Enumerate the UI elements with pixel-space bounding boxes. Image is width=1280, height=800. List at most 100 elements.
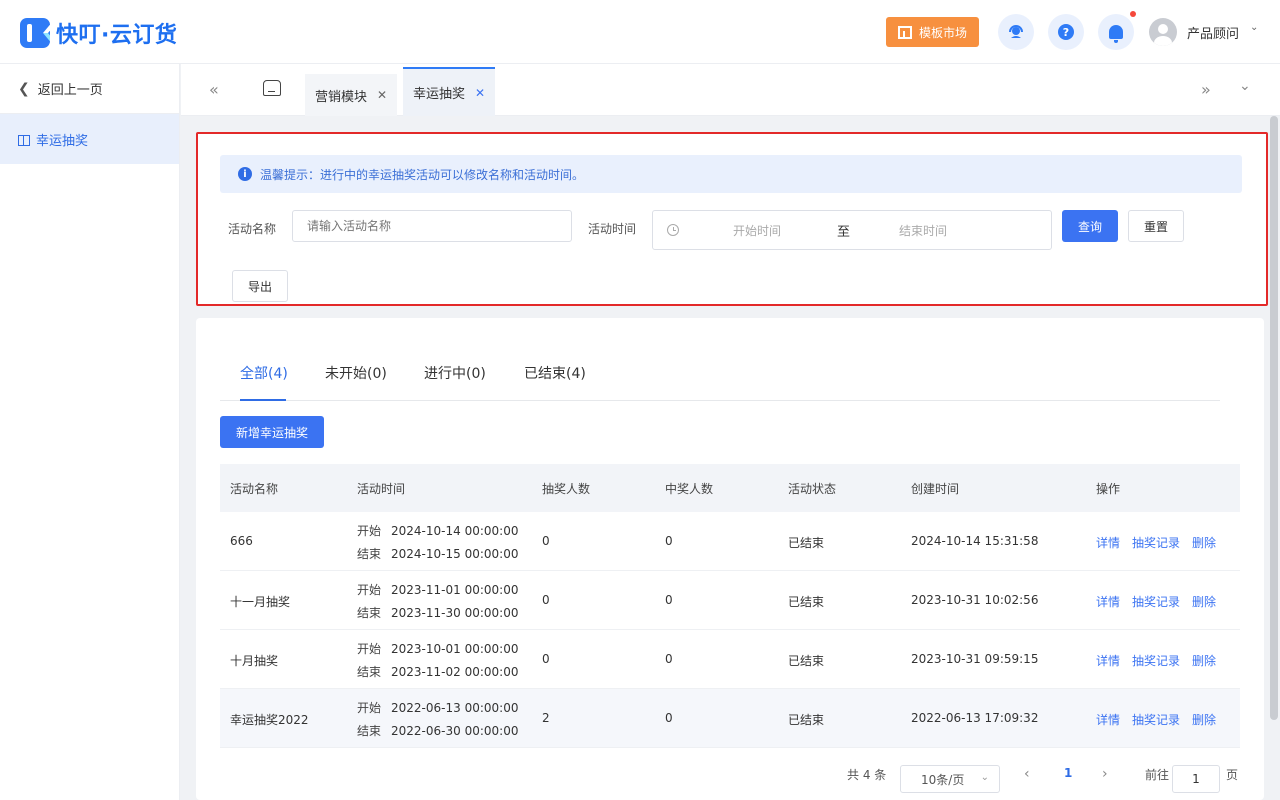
reset-button[interactable]: 重置 bbox=[1128, 210, 1184, 242]
activity-status: 已结束 bbox=[788, 536, 825, 550]
draw-records-link[interactable]: 抽奖记录 bbox=[1132, 595, 1180, 609]
row-actions: 详情 抽奖记录 删除 bbox=[1096, 534, 1228, 551]
tab-not-started[interactable]: 未开始(0) bbox=[325, 363, 387, 383]
end-value: 2023-11-30 00:00:00 bbox=[391, 606, 519, 620]
activity-list-panel: 全部(4) 未开始(0) 进行中(0) 已结束(4) 新增幸运抽奖 活动名称 活… bbox=[196, 318, 1264, 800]
logo-icon bbox=[20, 18, 50, 48]
query-button[interactable]: 查询 bbox=[1062, 210, 1118, 242]
activity-name: 十月抽奖 bbox=[230, 654, 279, 668]
double-chevron-left-icon[interactable]: « bbox=[209, 80, 219, 99]
date-range-picker[interactable]: 开始时间 至 结束时间 bbox=[652, 210, 1052, 250]
chevron-down-icon[interactable]: ⌄ bbox=[1239, 78, 1251, 94]
draw-records-link[interactable]: 抽奖记录 bbox=[1132, 536, 1180, 550]
prev-page-icon[interactable]: ‹ bbox=[1024, 766, 1030, 782]
sidebar-item-lucky-draw[interactable]: 幸运抽奖 bbox=[0, 114, 179, 164]
tab-all[interactable]: 全部(4) bbox=[240, 363, 288, 383]
winner-count: 0 bbox=[665, 534, 673, 548]
chevron-down-icon: ⌄ bbox=[980, 772, 989, 783]
user-name[interactable]: 产品顾问 bbox=[1187, 23, 1239, 42]
current-page[interactable]: 1 bbox=[1064, 766, 1072, 780]
winner-count: 0 bbox=[665, 711, 673, 725]
activity-status: 已结束 bbox=[788, 595, 825, 609]
activity-end: 结束 2023-11-02 00:00:00 bbox=[357, 663, 518, 680]
start-key: 开始 bbox=[357, 642, 382, 656]
tab-marketing[interactable]: 营销模块 ✕ bbox=[305, 74, 398, 116]
close-icon[interactable]: ✕ bbox=[377, 88, 387, 102]
tab-lucky-draw[interactable]: 幸运抽奖 ✕ bbox=[403, 67, 496, 116]
column-header: 中奖人数 bbox=[665, 482, 714, 496]
help-icon: ? bbox=[1058, 24, 1074, 40]
goto-label: 前往 bbox=[1145, 768, 1170, 782]
export-button[interactable]: 导出 bbox=[232, 270, 288, 302]
end-value: 2024-10-15 00:00:00 bbox=[391, 547, 519, 561]
draw-records-link[interactable]: 抽奖记录 bbox=[1132, 713, 1180, 727]
logo-text: 快叮·云订货 bbox=[56, 23, 178, 48]
start-key: 开始 bbox=[357, 701, 382, 715]
end-key: 结束 bbox=[357, 547, 382, 561]
start-value: 2024-10-14 00:00:00 bbox=[391, 524, 519, 538]
delete-link[interactable]: 删除 bbox=[1192, 654, 1216, 668]
detail-link[interactable]: 详情 bbox=[1096, 654, 1120, 668]
table-row: 幸运抽奖2022 开始 2022-06-13 00:00:00 结束 2022-06… bbox=[220, 689, 1240, 748]
filter-panel: i 温馨提示：进行中的幸运抽奖活动可以修改名称和活动时间。 活动名称 活动时间 … bbox=[196, 132, 1268, 306]
created-time: 2024-10-14 15:31:58 bbox=[911, 534, 1039, 548]
sidebar: ❮ 返回上一页 幸运抽奖 bbox=[0, 64, 180, 800]
back-button[interactable]: ❮ 返回上一页 bbox=[0, 64, 179, 114]
activity-status: 已结束 bbox=[788, 713, 825, 727]
template-market-button[interactable]: 模板市场 bbox=[886, 17, 979, 47]
draw-count: 0 bbox=[542, 593, 550, 607]
column-header: 活动名称 bbox=[230, 482, 279, 496]
range-separator: 至 bbox=[837, 224, 851, 240]
template-market-label: 模板市场 bbox=[918, 25, 967, 40]
chevron-left-icon: ❮ bbox=[18, 80, 30, 97]
draw-count: 0 bbox=[542, 652, 550, 666]
help-button[interactable]: ? bbox=[1048, 14, 1084, 50]
column-header: 创建时间 bbox=[911, 482, 960, 496]
avatar[interactable] bbox=[1149, 18, 1177, 46]
table-header: 活动名称 活动时间 抽奖人数 中奖人数 活动状态 创建时间 操作 bbox=[220, 464, 1240, 512]
draw-count: 0 bbox=[542, 534, 550, 548]
row-actions: 详情 抽奖记录 删除 bbox=[1096, 652, 1228, 669]
double-chevron-right-icon[interactable]: » bbox=[1201, 80, 1211, 99]
page-size-select[interactable]: 10条/页 ⌄ bbox=[900, 765, 1000, 793]
draw-count: 2 bbox=[542, 711, 550, 725]
detail-link[interactable]: 详情 bbox=[1096, 536, 1120, 550]
end-time-placeholder[interactable]: 结束时间 bbox=[899, 222, 947, 239]
table-row: 十一月抽奖 开始 2023-11-01 00:00:00 结束 2023-11-30… bbox=[220, 571, 1240, 630]
home-icon[interactable] bbox=[263, 80, 281, 96]
end-key: 结束 bbox=[357, 606, 382, 620]
scrollbar[interactable] bbox=[1270, 116, 1278, 720]
column-header: 操作 bbox=[1096, 482, 1121, 496]
info-icon: i bbox=[238, 167, 252, 181]
delete-link[interactable]: 删除 bbox=[1192, 595, 1216, 609]
winner-count: 0 bbox=[665, 593, 673, 607]
next-page-icon[interactable]: › bbox=[1102, 766, 1108, 782]
detail-link[interactable]: 详情 bbox=[1096, 595, 1120, 609]
delete-link[interactable]: 删除 bbox=[1192, 713, 1216, 727]
tab-in-progress[interactable]: 进行中(0) bbox=[424, 363, 486, 383]
draw-records-link[interactable]: 抽奖记录 bbox=[1132, 654, 1180, 668]
add-lucky-draw-button[interactable]: 新增幸运抽奖 bbox=[220, 416, 324, 448]
detail-link[interactable]: 详情 bbox=[1096, 713, 1120, 727]
customer-service-button[interactable] bbox=[998, 14, 1034, 50]
back-label: 返回上一页 bbox=[37, 83, 103, 98]
activity-start: 开始 2024-10-14 00:00:00 bbox=[357, 522, 518, 539]
active-tab-indicator bbox=[240, 399, 286, 401]
tab-ended[interactable]: 已结束(4) bbox=[524, 363, 586, 383]
gift-icon bbox=[18, 134, 30, 146]
notification-button[interactable] bbox=[1098, 14, 1134, 50]
activity-start: 开始 2022-06-13 00:00:00 bbox=[357, 699, 518, 716]
table-row: 十月抽奖 开始 2023-10-01 00:00:00 结束 2023-11-02 … bbox=[220, 630, 1240, 689]
close-icon[interactable]: ✕ bbox=[475, 86, 485, 100]
goto-page-input[interactable]: 1 bbox=[1172, 765, 1220, 793]
winner-count: 0 bbox=[665, 652, 673, 666]
activity-name: 十一月抽奖 bbox=[230, 595, 291, 609]
sidebar-item-label: 幸运抽奖 bbox=[36, 133, 89, 149]
start-time-placeholder[interactable]: 开始时间 bbox=[733, 222, 781, 239]
chevron-down-icon[interactable]: ⌄ bbox=[1250, 22, 1258, 33]
activity-table: 活动名称 活动时间 抽奖人数 中奖人数 活动状态 创建时间 操作 666 开始 2… bbox=[220, 464, 1240, 748]
delete-link[interactable]: 删除 bbox=[1192, 536, 1216, 550]
template-icon bbox=[897, 25, 912, 39]
app-logo[interactable]: 快叮·云订货 bbox=[20, 17, 177, 49]
activity-name-input[interactable] bbox=[292, 210, 572, 242]
